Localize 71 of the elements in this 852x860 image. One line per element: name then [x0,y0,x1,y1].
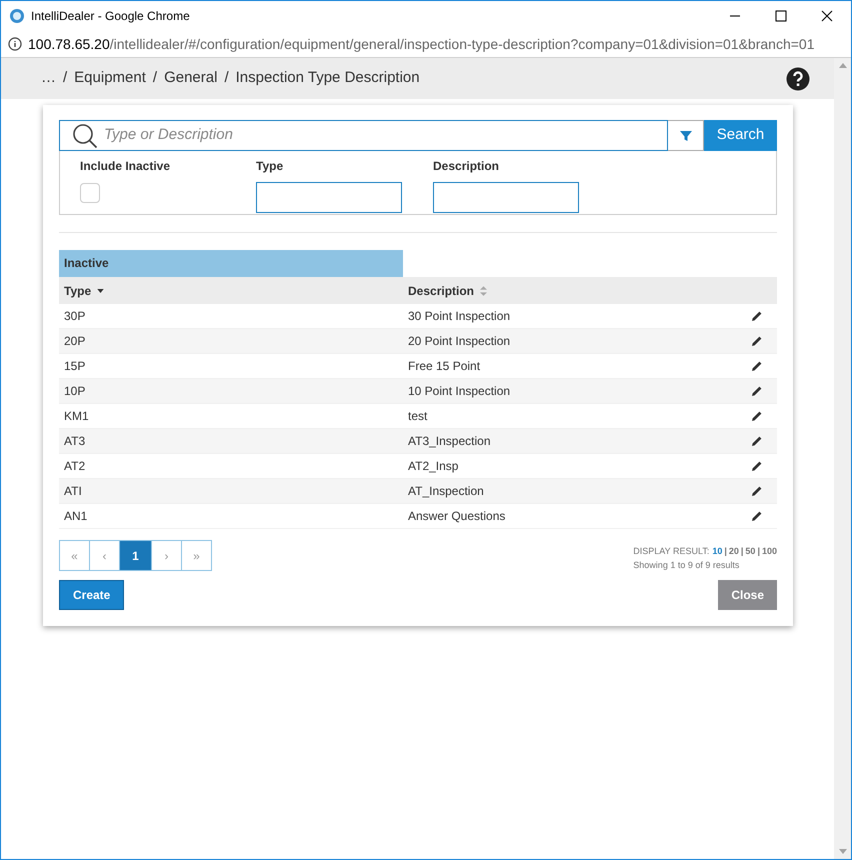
pencil-icon[interactable] [752,486,762,496]
pencil-icon[interactable] [752,411,762,421]
maximize-icon[interactable] [775,10,787,22]
size-separator: | [724,545,727,558]
breadcrumb-item[interactable]: General [164,67,218,90]
breadcrumb-separator: / [63,68,68,88]
search-icon [72,122,98,148]
include-inactive-label: Include Inactive [80,158,172,175]
sort-descending-icon[interactable] [97,288,104,292]
table-cell: 10 Point Inspection [408,384,510,398]
pencil-icon[interactable] [752,336,762,346]
table-cell: 20P [64,334,86,348]
breadcrumb-separator: / [224,68,229,88]
size-separator: | [757,545,760,558]
size-separator: | [740,545,744,558]
table-cell: 10P [64,384,86,398]
table-cell: KM1 [64,409,89,423]
page-button[interactable]: › [151,540,182,571]
pencil-icon[interactable] [752,311,762,321]
pencil-icon[interactable] [752,511,762,521]
table-cell: AT2 [64,459,86,473]
description-field[interactable] [433,182,579,213]
breadcrumb-item[interactable]: Equipment [74,67,146,90]
page-button[interactable]: 1 [119,540,152,571]
pencil-icon[interactable] [752,386,762,396]
group-header: Inactive [59,250,403,277]
type-field[interactable] [256,182,402,213]
column-header[interactable]: Description [408,282,474,300]
table-cell: 30P [64,309,86,323]
column-header[interactable]: Type [64,282,92,300]
table-cell: AT3 [64,434,86,448]
description-label: Description [433,158,500,175]
display-result-label: DISPLAY RESULT: [633,545,710,558]
search-button[interactable]: Search [704,120,777,151]
table-cell: Free 15 Point [408,359,480,373]
page-size-link[interactable]: 100 [762,545,777,558]
filter-icon [680,130,692,142]
table-cell: AT_Inspection [408,484,484,498]
close-icon[interactable] [821,10,833,22]
table-cell: AN1 [64,509,88,523]
table-cell: 15P [64,359,86,373]
page-size-link[interactable]: 10 [712,545,722,558]
breadcrumb-item: Inspection Type Description [236,68,420,88]
app-icon [9,8,25,24]
table-cell: AT2_Insp [408,459,458,473]
table-cell: test [408,409,428,423]
pencil-icon[interactable] [752,436,762,446]
breadcrumb-item[interactable]: … [41,67,56,90]
help-icon[interactable] [786,66,810,90]
pencil-icon[interactable] [752,461,762,471]
search-field[interactable]: Type or Description [59,120,668,151]
table-cell: Answer Questions [408,509,506,523]
type-label: Type [256,158,284,175]
breadcrumb-separator: / [152,68,158,88]
pencil-icon[interactable] [752,361,762,371]
search-input[interactable]: Type or Description [104,124,667,147]
create-button[interactable]: Create [59,580,124,610]
page-button[interactable]: » [181,540,212,571]
close-button[interactable]: Close [718,580,777,610]
table-cell: AT3_Inspection [408,434,490,448]
window-title: IntelliDealer - Google Chrome [31,8,190,25]
table-cell: 30 Point Inspection [408,309,510,323]
page-size-link[interactable]: 50 [745,545,756,558]
page-button[interactable]: « [59,540,90,571]
page-size-link[interactable]: 20 [728,545,739,558]
results-summary: Showing 1 to 9 of 9 results [633,558,740,572]
page-button[interactable]: ‹ [89,540,120,571]
info-icon[interactable] [8,37,22,51]
table-cell: 20 Point Inspection [408,334,510,348]
address-url[interactable]: 100.78.65.20/intellidealer/#/configuration/equipment/general/inspection-type-description?company=01&division=01&branch=01 [28,34,814,54]
table-cell: ATI [64,484,82,498]
